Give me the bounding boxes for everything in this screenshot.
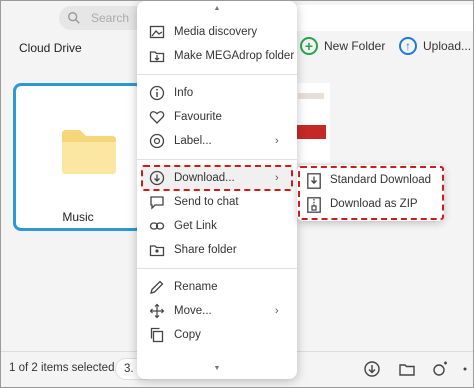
chevron-right-icon: › (275, 305, 279, 317)
scroll-up-icon[interactable]: ▲ (137, 5, 297, 12)
menu-item-rename[interactable]: Rename (137, 275, 297, 299)
menu-item-label: Make MEGAdrop folder (174, 50, 295, 62)
menu-item-info[interactable]: Info (137, 81, 297, 105)
menu-separator (137, 74, 297, 75)
menu-item-label: Media discovery (174, 26, 258, 38)
page-title: Cloud Drive (19, 41, 82, 55)
plus-icon: + (300, 37, 318, 55)
thumbnail-red-band (296, 125, 326, 139)
menu-item-label: Send to chat (174, 196, 239, 208)
selection-count: 1 of 2 items selected (9, 362, 115, 374)
folder-name: Music (62, 210, 94, 224)
download-circle-icon[interactable] (363, 360, 381, 378)
more-icon[interactable] (461, 360, 474, 378)
cloud-drive-window: Search Cloud Drive + New Folder ↑ Upload… (0, 0, 474, 388)
thumbnail-header (298, 93, 324, 99)
menu-separator (137, 159, 297, 160)
label-icon (149, 133, 165, 149)
menu-item-favourite[interactable]: Favourite (137, 105, 297, 129)
scroll-down-icon[interactable]: ▼ (137, 365, 297, 372)
top-bar-right (295, 5, 473, 31)
download-icon (149, 170, 165, 186)
new-folder-label: New Folder (324, 39, 386, 53)
submenu-highlight (298, 166, 444, 220)
megadrop-folder-icon (149, 48, 165, 64)
folder-share-icon[interactable] (398, 360, 416, 378)
info-icon (149, 85, 165, 101)
menu-item-send-to-chat[interactable]: Send to chat (137, 190, 297, 214)
upload-button[interactable]: ↑ Upload... (399, 37, 471, 55)
pencil-icon (149, 279, 165, 295)
heart-icon (149, 109, 165, 125)
menu-item-label-submenu[interactable]: Label... › (137, 129, 297, 153)
share-folder-icon (149, 242, 165, 258)
menu-item-label: Copy (174, 329, 201, 341)
menu-item-label: Download... (174, 172, 235, 184)
menu-item-label: Rename (174, 281, 218, 293)
move-icon (149, 303, 165, 319)
folder-card-selected[interactable]: Music (13, 83, 143, 231)
menu-item-media-discovery[interactable]: Media discovery (137, 20, 297, 44)
menu-item-make-megadrop[interactable]: Make MEGAdrop folder (137, 44, 297, 68)
menu-item-label: Get Link (174, 220, 217, 232)
menu-item-get-link[interactable]: Get Link (137, 214, 297, 238)
menu-item-label: Info (174, 87, 194, 99)
search-placeholder: Search (91, 11, 130, 25)
media-discovery-icon (149, 24, 165, 40)
copy-icon (149, 327, 165, 343)
send-to-chat-icon (149, 194, 165, 210)
menu-item-copy[interactable]: Copy (137, 323, 297, 347)
arrow-up-icon: ↑ (399, 37, 417, 55)
menu-item-label: Share folder (174, 244, 237, 256)
file-thumbnail[interactable] (294, 83, 330, 163)
new-folder-button[interactable]: + New Folder (300, 37, 385, 55)
link-settings-icon[interactable] (431, 360, 449, 378)
chevron-right-icon: › (275, 135, 279, 147)
menu-item-share-folder[interactable]: Share folder (137, 238, 297, 262)
menu-item-move[interactable]: Move... › (137, 299, 297, 323)
menu-separator (137, 268, 297, 269)
search-icon (68, 12, 80, 24)
menu-item-label: Favourite (174, 111, 222, 123)
menu-item-label: Move... (174, 305, 212, 317)
menu-item-download[interactable]: Download... › (137, 166, 297, 190)
menu-item-label: Label... (174, 135, 212, 147)
chevron-right-icon: › (275, 172, 279, 184)
upload-label: Upload... (423, 39, 472, 53)
link-icon (149, 218, 165, 234)
folder-icon (62, 130, 116, 174)
